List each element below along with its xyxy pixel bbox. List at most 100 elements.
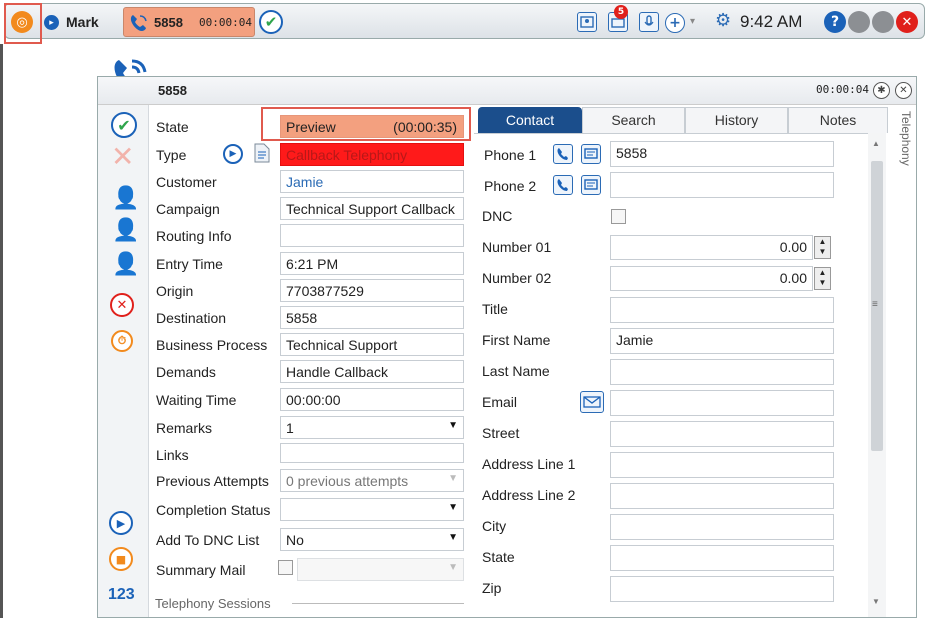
label-phone-1: Phone 1 <box>484 147 537 163</box>
email-field[interactable] <box>610 390 834 416</box>
label-origin: Origin <box>156 283 194 299</box>
zip-field[interactable] <box>610 576 834 602</box>
document-icon[interactable] <box>249 141 273 165</box>
title-field[interactable] <box>610 297 834 323</box>
previous-attempts-value: 0 previous attempts <box>286 473 409 489</box>
logo-icon[interactable]: ◎ <box>11 11 33 33</box>
minimize-icon[interactable] <box>848 11 870 33</box>
previous-attempts-select[interactable]: 0 previous attempts ▼ <box>280 469 464 492</box>
email-icon[interactable] <box>580 391 604 413</box>
number-01-field[interactable]: 0.00 <box>610 235 813 260</box>
state-input-field[interactable] <box>610 545 834 571</box>
label-remarks: Remarks <box>156 420 213 436</box>
links-field[interactable] <box>280 443 464 463</box>
transfer-agent-icon: 👤 <box>112 185 140 210</box>
contact-scrollbar[interactable]: ▲ ▼ <box>868 133 886 617</box>
tab-search[interactable]: Search <box>582 107 685 133</box>
add-icon[interactable]: + <box>665 13 685 33</box>
microphone-icon[interactable] <box>639 12 659 32</box>
label-address-line-2: Address Line 2 <box>482 487 576 503</box>
type-field: Callback Telephony <box>280 143 464 166</box>
active-call-tab[interactable]: 5858 00:00:04 <box>123 7 255 37</box>
type-play-icon[interactable]: ▶ <box>223 144 243 164</box>
label-business-process: Business Process <box>156 337 268 353</box>
remarks-select[interactable]: 1 ▼ <box>280 416 464 439</box>
label-previous-attempts: Previous Attempts <box>156 473 269 489</box>
chevron-down-icon[interactable]: ▾ <box>690 16 695 27</box>
summary-mail-select[interactable]: ▼ <box>297 558 464 581</box>
last-name-field[interactable] <box>610 359 834 385</box>
label-type: Type <box>156 147 187 163</box>
contact-card-icon[interactable] <box>577 12 597 32</box>
phone-2-field[interactable] <box>610 172 834 198</box>
phone-1-field[interactable]: 5858 <box>610 141 834 167</box>
label-title: Title <box>482 301 508 317</box>
check-icon[interactable]: ✔ <box>259 10 283 34</box>
dnc-checkbox[interactable] <box>611 209 626 224</box>
completion-status-select[interactable]: ▼ <box>280 498 464 521</box>
add-to-dnc-select[interactable]: No ▼ <box>280 528 464 551</box>
label-number-01: Number 01 <box>482 239 552 255</box>
address-line-1-field[interactable] <box>610 452 834 478</box>
business-process-field: Technical Support <box>280 333 464 356</box>
status-icon[interactable]: ▸ <box>44 15 59 30</box>
cancel-icon[interactable]: ✕ <box>110 293 134 317</box>
demands-field: Handle Callback <box>280 360 464 383</box>
city-field[interactable] <box>610 514 834 540</box>
chevron-down-icon: ▼ <box>448 473 458 484</box>
destination-field: 5858 <box>280 306 464 329</box>
label-customer: Customer <box>156 174 217 190</box>
tab-notes[interactable]: Notes <box>788 107 888 133</box>
phone-1-call-icon[interactable] <box>553 144 573 164</box>
label-zip: Zip <box>482 580 502 596</box>
pin-icon[interactable]: ✱ <box>873 82 890 99</box>
chevron-down-icon: ▼ <box>448 502 458 513</box>
number-02-field[interactable]: 0.00 <box>610 266 813 291</box>
accept-check-icon[interactable]: ✔ <box>111 112 137 138</box>
label-campaign: Campaign <box>156 201 220 217</box>
summary-mail-checkbox[interactable] <box>278 560 293 575</box>
gear-icon[interactable]: ⚙ <box>715 10 731 31</box>
number-01-spinner[interactable]: ▲ ▼ <box>814 236 831 259</box>
play-icon[interactable]: ▶ <box>109 511 133 535</box>
campaign-field: Technical Support Callback <box>280 197 464 220</box>
window-title: 5858 <box>158 83 187 98</box>
label-street: Street <box>482 425 520 441</box>
telephony-side-tab[interactable]: Telephony <box>893 111 913 311</box>
label-number-02: Number 02 <box>482 270 552 286</box>
consult-agent-icon: 👤 <box>112 217 140 242</box>
waiting-time-field: 00:00:00 <box>280 388 464 411</box>
tab-history[interactable]: History <box>685 107 788 133</box>
stop-icon[interactable]: ■ <box>109 547 133 571</box>
user-name[interactable]: Mark <box>66 14 99 30</box>
label-links: Links <box>156 447 189 463</box>
scroll-up-icon[interactable]: ▲ <box>872 139 880 148</box>
phone-2-sms-icon[interactable] <box>581 175 601 195</box>
close-icon[interactable]: ✕ <box>896 11 918 33</box>
customer-field[interactable]: Jamie <box>280 170 464 193</box>
restore-icon[interactable] <box>872 11 894 33</box>
first-name-field[interactable]: Jamie <box>610 328 834 354</box>
street-field[interactable] <box>610 421 834 447</box>
phone-1-sms-icon[interactable] <box>581 144 601 164</box>
clock: 9:42 AM <box>740 12 803 31</box>
routing-info-field <box>280 224 464 247</box>
window-timer: 00:00:04 <box>816 83 869 96</box>
origin-field: 7703877529 <box>280 279 464 302</box>
scroll-down-icon[interactable]: ▼ <box>872 597 880 606</box>
tab-contact[interactable]: Contact <box>478 107 582 133</box>
label-state: State <box>482 549 515 565</box>
chevron-down-icon: ▼ <box>448 532 458 543</box>
interaction-window: 5858 00:00:04 ✱ ✕ ✔ ✕ 👤 👤 👤 ✕ ⏱ ▶ ■ 123 … <box>97 76 917 618</box>
window-close-icon[interactable]: ✕ <box>895 82 912 99</box>
timer-icon[interactable]: ⏱ <box>111 330 133 352</box>
dialpad-counter[interactable]: 123 <box>108 586 135 604</box>
conference-agent-icon: 👤 <box>112 251 140 276</box>
help-icon[interactable]: ? <box>824 11 846 33</box>
tab-underline <box>474 133 868 134</box>
sessions-divider <box>292 603 464 604</box>
address-line-2-field[interactable] <box>610 483 834 509</box>
phone-2-call-icon[interactable] <box>553 175 573 195</box>
number-02-spinner[interactable]: ▲ ▼ <box>814 267 831 290</box>
label-demands: Demands <box>156 364 216 380</box>
